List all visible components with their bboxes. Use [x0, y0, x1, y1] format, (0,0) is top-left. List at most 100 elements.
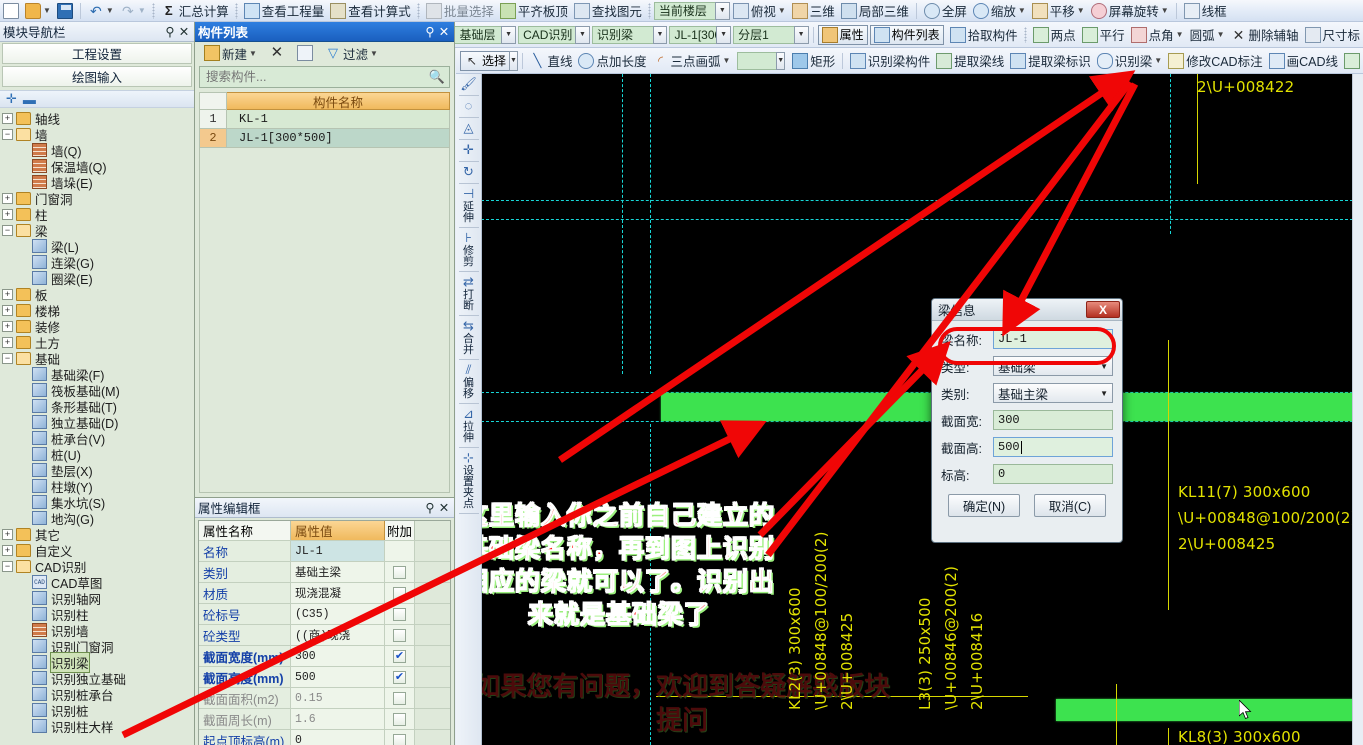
- beam-element[interactable]: [1056, 699, 1363, 721]
- arc-button[interactable]: 圆弧 ▼: [1187, 25, 1228, 45]
- tree-item-梁[interactable]: − 梁: [2, 222, 194, 239]
- property-extra-cell[interactable]: [385, 583, 415, 603]
- edit-tool-paint-brush-icon[interactable]: 🖌: [457, 76, 481, 92]
- property-value[interactable]: 300: [291, 646, 385, 666]
- tree-expander[interactable]: −: [2, 224, 13, 236]
- tree-expander[interactable]: +: [2, 528, 13, 540]
- table-row[interactable]: 2 JL-1[300*500]: [199, 129, 450, 148]
- edit-tool-拉伸[interactable]: ⊿ 拉伸: [457, 406, 481, 444]
- select-tool-dropdown-arrow[interactable]: ▼: [509, 50, 518, 71]
- property-extra-cell[interactable]: [385, 625, 415, 645]
- tree-expander[interactable]: −: [2, 352, 13, 364]
- wireframe-button[interactable]: 线框: [1181, 1, 1230, 21]
- property-table-body[interactable]: 名称 JL-1 类别 基础主梁 材质 现浇混凝 砼标号 (C35) 砼类型 ((商)现浇 截面宽度(…: [199, 540, 450, 745]
- pin-icon[interactable]: ⚲: [163, 24, 177, 39]
- zoom-button[interactable]: 缩放 ▼: [970, 1, 1029, 21]
- property-extra-cell[interactable]: [385, 688, 415, 708]
- canvas-vertical-scrollbar[interactable]: [1352, 74, 1363, 745]
- tree-item-梁(L)[interactable]: 梁(L): [2, 238, 194, 255]
- identify-beam-button[interactable]: 识别梁 ▼: [1094, 51, 1165, 71]
- tree-item-墙[interactable]: − 墙: [2, 126, 194, 143]
- edit-tool-mirror-icon[interactable]: ◬: [457, 120, 481, 136]
- tree-item-墙垛(E)[interactable]: 墙垛(E): [2, 174, 194, 191]
- delete-component-button[interactable]: ✕: [266, 43, 288, 63]
- rectangle-tool-button[interactable]: 矩形: [789, 51, 838, 71]
- tree-item-楼梯[interactable]: + 楼梯: [2, 302, 194, 319]
- pan-button[interactable]: 平移 ▼: [1029, 1, 1088, 21]
- tree-item-轴线[interactable]: + 轴线: [2, 110, 194, 127]
- property-extra-cell[interactable]: [385, 604, 415, 624]
- beam-category-select[interactable]: 基础主梁 ▼: [993, 383, 1113, 403]
- sublayer-selector[interactable]: 分层1: [733, 25, 795, 44]
- batch-select-button[interactable]: 批量选择: [423, 1, 497, 21]
- tree-item-识别门窗洞[interactable]: 识别门窗洞: [2, 638, 194, 655]
- property-extra-cell[interactable]: ✔: [385, 646, 415, 666]
- extract-beam-line-button[interactable]: 提取梁线: [933, 51, 1007, 71]
- property-row[interactable]: 截面面积(m2) 0.15: [199, 687, 450, 708]
- cad-canvas[interactable]: 如果您有问题，欢迎到答疑解惑版块提问 这里输入你之前自己建立的基础梁名称，再到图…: [456, 74, 1363, 745]
- nav-button-drawing-input[interactable]: 绘图输入: [2, 66, 192, 87]
- nav-button-project-settings[interactable]: 工程设置: [2, 43, 192, 64]
- tree-item-其它[interactable]: + 其它: [2, 526, 194, 543]
- property-extra-checkbox[interactable]: ✔: [393, 670, 406, 684]
- property-row[interactable]: 砼类型 ((商)现浇: [199, 624, 450, 645]
- close-icon[interactable]: ✕: [177, 24, 191, 39]
- edit-tool-打断[interactable]: ⇄ 打断: [457, 274, 481, 312]
- find-element-button[interactable]: 查找图元: [571, 1, 645, 21]
- property-row[interactable]: 砼标号 (C35): [199, 603, 450, 624]
- tree-item-自定义[interactable]: + 自定义: [2, 542, 194, 559]
- pin-icon[interactable]: ⚲: [423, 500, 437, 515]
- tree-expander[interactable]: +: [2, 288, 13, 300]
- property-row[interactable]: 材质 现浇混凝: [199, 582, 450, 603]
- property-value[interactable]: 500: [291, 667, 385, 687]
- top-view-button[interactable]: 俯视 ▼: [730, 1, 789, 21]
- edit-tool-合并[interactable]: ⇆ 合并: [457, 318, 481, 356]
- three-d-button[interactable]: 三维: [789, 1, 838, 21]
- three-point-arc-button[interactable]: ◜ 三点画弧 ▼: [649, 51, 733, 71]
- property-value[interactable]: JL-1: [291, 541, 385, 561]
- property-value[interactable]: 0.15: [291, 688, 385, 708]
- tree-item-柱[interactable]: + 柱: [2, 206, 194, 223]
- component-table-body[interactable]: 1 KL-1 2 JL-1[300*500]: [195, 110, 454, 148]
- local-three-d-button[interactable]: 局部三维: [838, 1, 912, 21]
- identify-type-dropdown-arrow[interactable]: ▼: [652, 25, 668, 44]
- edit-tools-toolbar[interactable]: 🖌 ◌ ◬ ✛ ↻ ⊣ 延伸 ⊦ 修剪 ⇄ 打断 ⇆ 合并 ⫽ 偏移 ⊿ 拉伸 ⊹ 设置夹点: [456, 74, 482, 745]
- current-floor-selector[interactable]: 当前楼层: [653, 1, 716, 20]
- redo-button[interactable]: ↷ ▼: [117, 1, 149, 21]
- property-row[interactable]: 类别 基础主梁: [199, 561, 450, 582]
- undo-button[interactable]: ↶ ▼: [85, 1, 117, 21]
- property-extra-checkbox[interactable]: [393, 586, 406, 600]
- edit-tool-偏移[interactable]: ⫽ 偏移: [457, 362, 481, 400]
- screen-rotate-button[interactable]: 屏幕旋转 ▼: [1088, 1, 1172, 21]
- tree-item-识别轴网[interactable]: 识别轴网: [2, 590, 194, 607]
- table-row[interactable]: 1 KL-1: [199, 110, 450, 129]
- property-extra-checkbox[interactable]: [393, 733, 406, 745]
- property-value[interactable]: 1.6: [291, 709, 385, 729]
- view-formula-button[interactable]: 查看计算式: [327, 1, 414, 21]
- two-point-button[interactable]: 两点: [1030, 25, 1079, 45]
- cad-mode-dropdown-arrow[interactable]: ▼: [575, 25, 590, 44]
- tree-item-垫层(X)[interactable]: 垫层(X): [2, 462, 194, 479]
- property-value[interactable]: 0: [291, 730, 385, 745]
- ok-button[interactable]: 确定(N): [948, 494, 1020, 517]
- collapse-all-icon[interactable]: ▬: [23, 92, 36, 107]
- tree-expander[interactable]: +: [2, 544, 13, 556]
- component-search-bar[interactable]: 🔍: [199, 66, 450, 88]
- edit-tool-move-icon[interactable]: ✛: [457, 142, 481, 158]
- draw-mode-combo-arrow[interactable]: ▼: [776, 51, 786, 70]
- tree-item-识别柱大样[interactable]: 识别柱大样: [2, 718, 194, 735]
- property-extra-checkbox[interactable]: [393, 691, 406, 705]
- property-value[interactable]: ((商)现浇: [291, 625, 385, 645]
- save-button[interactable]: [54, 1, 76, 21]
- component-list-button[interactable]: 构件列表: [869, 24, 944, 45]
- dialog-close-button[interactable]: X: [1086, 301, 1120, 318]
- property-extra-cell[interactable]: [385, 541, 415, 561]
- tree-item-土方[interactable]: + 土方: [2, 334, 194, 351]
- extract-beam-mark-button[interactable]: 提取梁标识: [1007, 51, 1094, 71]
- property-extra-checkbox[interactable]: [393, 712, 406, 726]
- component-dropdown-arrow[interactable]: ▼: [716, 25, 732, 44]
- edit-cad-annotation-button[interactable]: 修改CAD标注: [1165, 51, 1265, 71]
- property-extra-checkbox[interactable]: [393, 628, 406, 642]
- tree-item-桩承台(V)[interactable]: 桩承台(V): [2, 430, 194, 447]
- tree-item-集水坑(S)[interactable]: 集水坑(S): [2, 494, 194, 511]
